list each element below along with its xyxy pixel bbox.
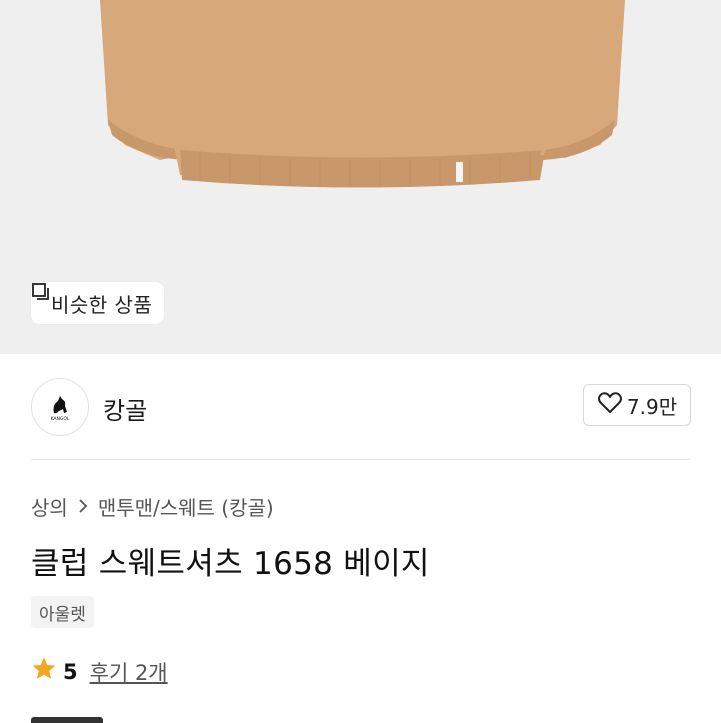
- breadcrumb-category[interactable]: 상의: [31, 492, 68, 521]
- svg-text:KANGOL: KANGOL: [51, 416, 70, 422]
- divider: [31, 459, 690, 460]
- bottom-element: [31, 717, 103, 723]
- star-icon: [31, 656, 57, 687]
- similar-products-label: 비슷한 상품: [51, 292, 153, 317]
- breadcrumb-subcategory[interactable]: 맨투맨/스웨트 (캉골): [98, 492, 274, 521]
- product-title: 클럽 스웨트셔츠 1658 베이지: [31, 546, 430, 582]
- rating-score: 5: [63, 659, 78, 684]
- product-image[interactable]: 비슷한 상품: [0, 0, 721, 354]
- similar-products-button[interactable]: 비슷한 상품: [31, 282, 165, 324]
- brand-name[interactable]: 캉골: [103, 391, 147, 426]
- like-button[interactable]: 7.9만: [583, 384, 691, 426]
- breadcrumb: 상의 맨투맨/스웨트 (캉골): [31, 492, 274, 521]
- reviews-link[interactable]: 후기 2개: [90, 657, 168, 687]
- brand-avatar[interactable]: KANGOL: [31, 378, 89, 436]
- like-count: 7.9만: [626, 394, 678, 419]
- rating: 5 후기 2개: [31, 656, 168, 687]
- heart-outline-icon: [597, 391, 623, 419]
- brand-row: KANGOL 캉골 7.9만: [31, 378, 691, 438]
- outlet-tag: 아울렛: [31, 596, 94, 628]
- kangaroo-logo-icon: KANGOL: [51, 396, 70, 422]
- chevron-right-icon: [78, 495, 88, 519]
